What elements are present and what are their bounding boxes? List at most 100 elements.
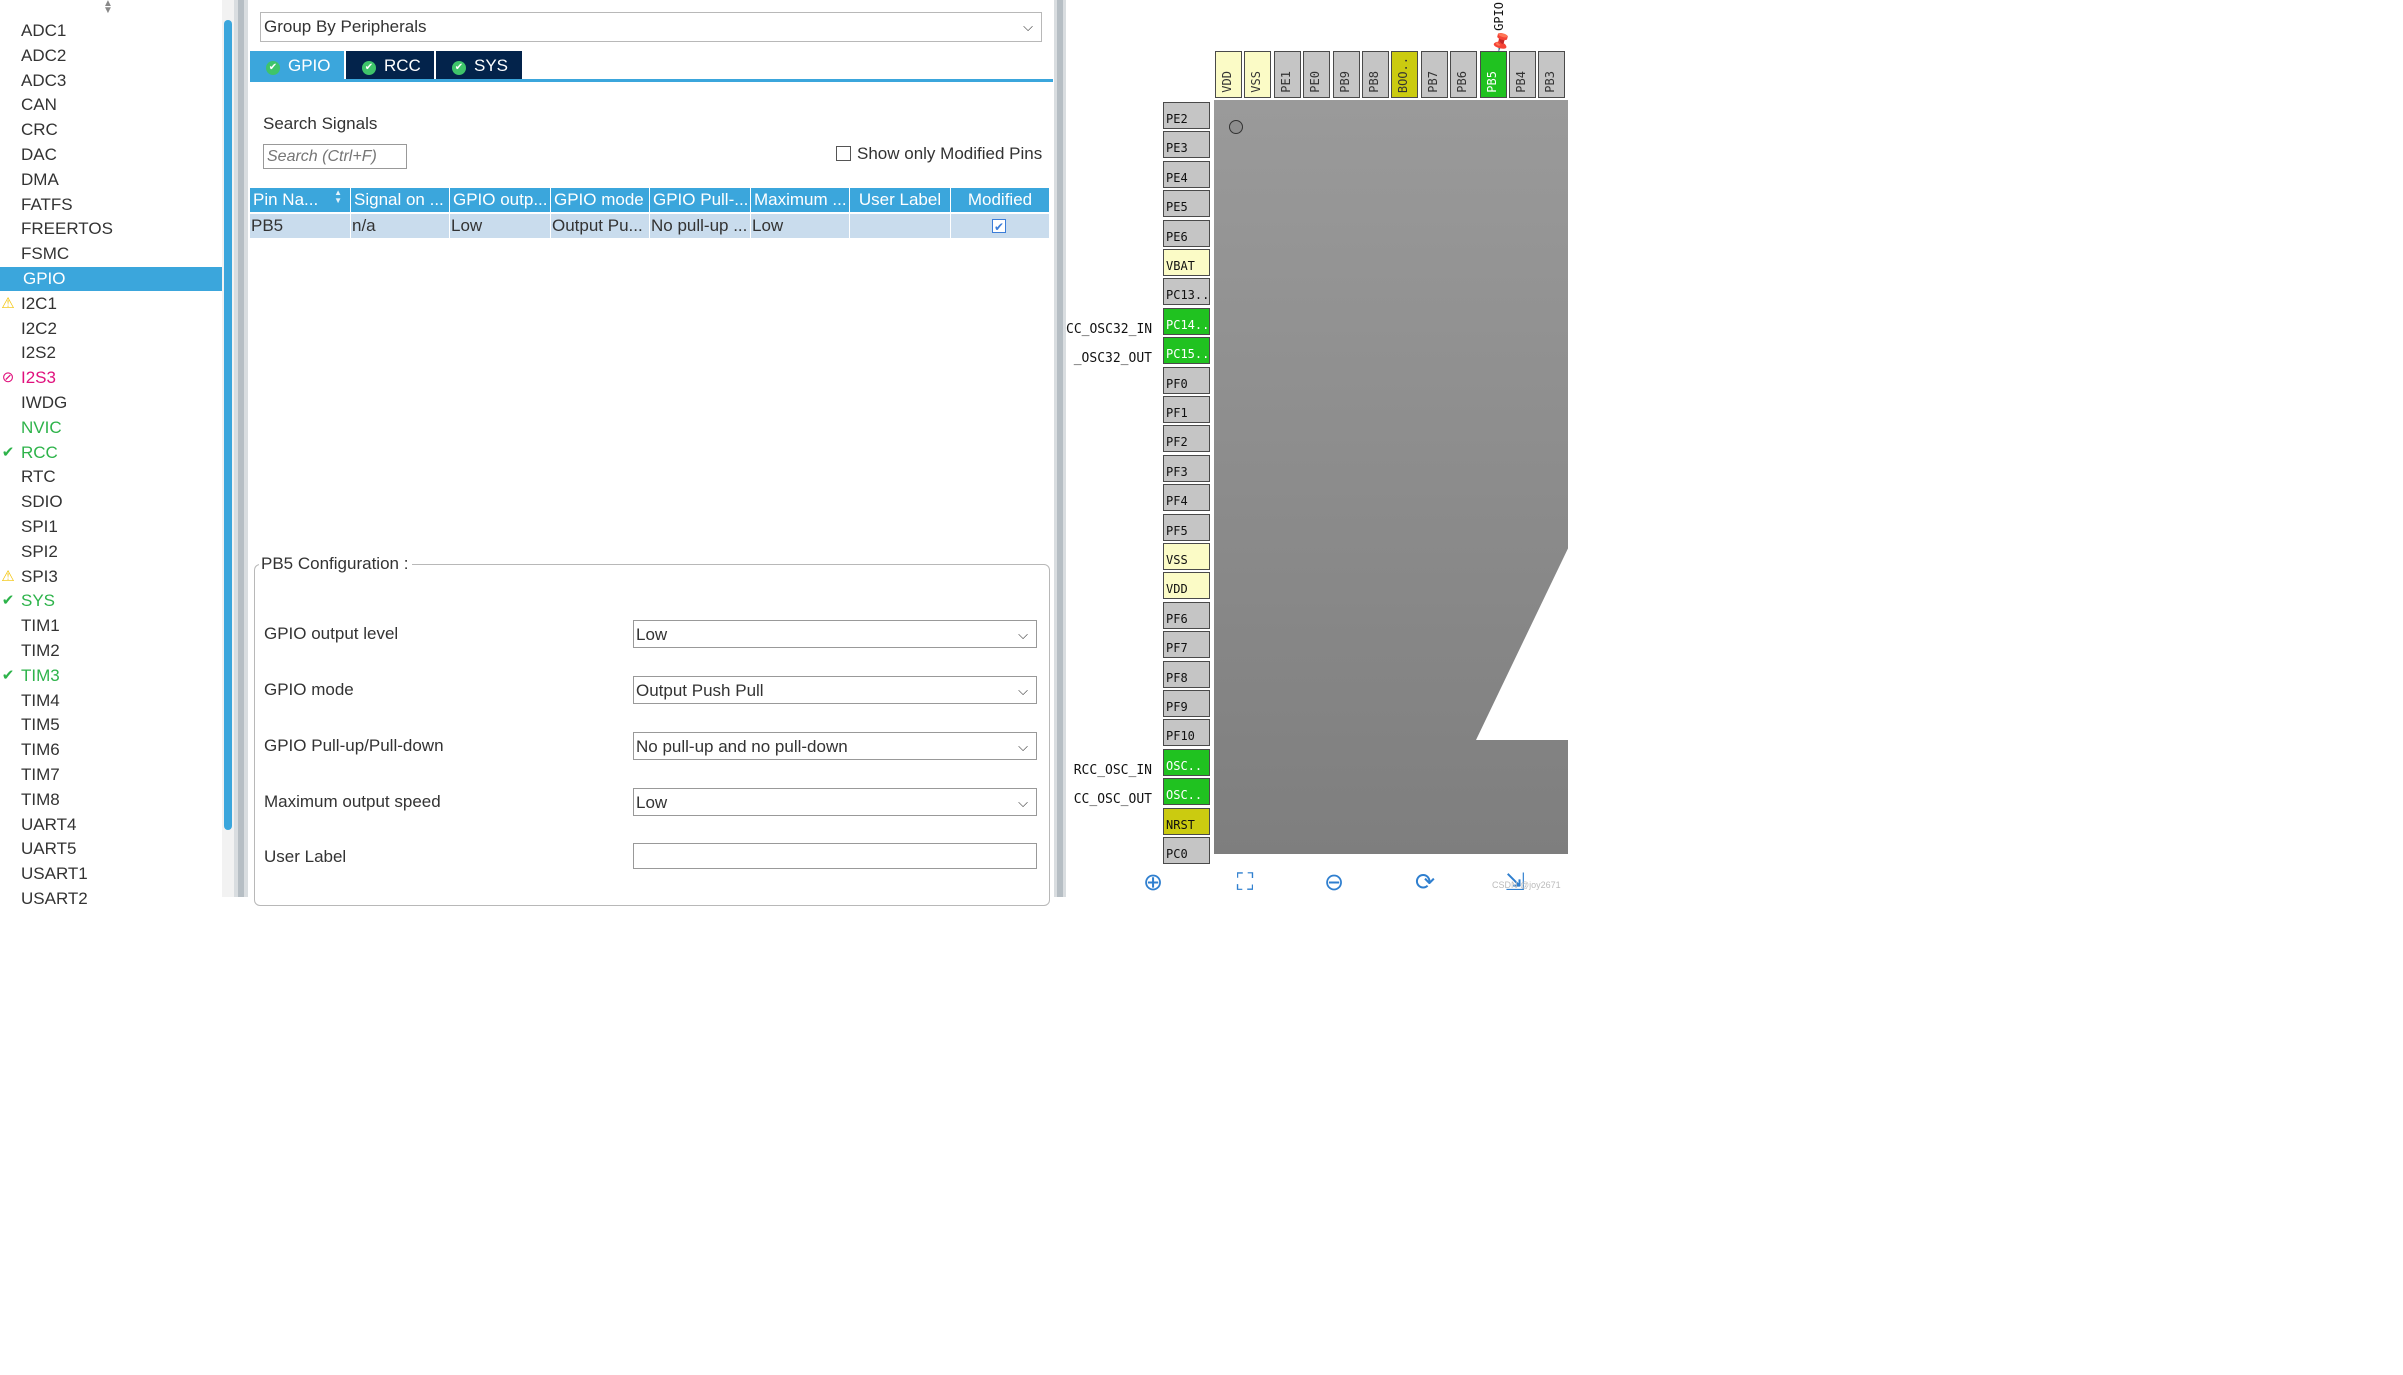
show-modified-checkbox[interactable]: Show only Modified Pins [836,144,1042,164]
pin-osc[interactable]: OSC.. [1163,748,1210,776]
peripheral-item-tim7[interactable]: TIM7 [0,763,222,787]
pin-pb5[interactable]: PB5 [1479,51,1507,98]
pin-osc[interactable]: OSC.. [1163,778,1210,806]
pin-pf2[interactable]: PF2 [1163,425,1210,453]
panel-divider[interactable] [234,0,248,897]
pin-pc0[interactable]: PC0 [1163,837,1210,864]
peripheral-item-crc[interactable]: CRC [0,118,222,142]
table-row[interactable]: PB5 n/a Low Output Pu... No pull-up ... … [250,214,1050,238]
peripheral-item-gpio[interactable]: GPIO [0,267,222,291]
pin-pb6[interactable]: PB6 [1450,51,1478,98]
pin-pe6[interactable]: PE6 [1163,219,1210,247]
zoom-in-icon[interactable]: ⊕ [1136,866,1170,897]
pinout-view[interactable]: GPIO 📌 ⊕ ⛶ ⊖ ⟳ ⇲ CSDN @joy2671 PE2 PE3 PE4… [1066,0,1568,897]
zoom-out-icon[interactable]: ⊖ [1317,866,1351,897]
peripheral-item-i2s3[interactable]: ⊘ I2S3 [0,366,222,390]
search-input[interactable] [263,144,407,169]
pin-pe3[interactable]: PE3 [1163,131,1210,159]
pin-pf10[interactable]: PF10 [1163,719,1210,747]
pin-pe5[interactable]: PE5 [1163,190,1210,218]
peripheral-item-sdio[interactable]: SDIO [0,490,222,514]
pin-pc15[interactable]: PC15.. [1163,337,1210,365]
peripheral-item-adc2[interactable]: ADC2 [0,44,222,68]
pin-pb7[interactable]: PB7 [1420,51,1448,98]
peripheral-item-adc3[interactable]: ADC3 [0,69,222,93]
peripheral-item-i2c2[interactable]: I2C2 [0,317,222,341]
pin-pf9[interactable]: PF9 [1163,690,1210,717]
pin-pc14[interactable]: PC14.. [1163,307,1210,335]
peripheral-item-tim5[interactable]: TIM5 [0,713,222,737]
pin-pb9[interactable]: PB9 [1332,51,1360,98]
header-signal[interactable]: Signal on ... [351,188,450,212]
checked-checkbox-icon[interactable]: ✔ [992,219,1006,234]
peripheral-item-sys[interactable]: ✔ SYS [0,589,222,613]
pin-pf3[interactable]: PF3 [1163,454,1210,482]
cell-modified[interactable]: ✔ [951,214,1050,238]
header-max-speed[interactable]: Maximum ... [751,188,850,212]
peripheral-item-rtc[interactable]: RTC [0,465,222,489]
peripheral-item-nvic[interactable]: NVIC [0,416,222,440]
pin-boo[interactable]: BOO.. [1391,51,1419,98]
peripheral-item-fsmc[interactable]: FSMC [0,242,222,266]
peripheral-item-uart5[interactable]: UART5 [0,837,222,861]
pin-pf1[interactable]: PF1 [1163,396,1210,423]
peripheral-item-iwdg[interactable]: IWDG [0,391,222,415]
peripheral-item-i2s2[interactable]: I2S2 [0,341,222,365]
peripheral-item-fatfs[interactable]: FATFS [0,193,222,217]
group-by-select[interactable]: Group By Peripherals ⌵ [260,12,1042,42]
pin-pf0[interactable]: PF0 [1163,366,1210,394]
pin-vdd[interactable]: VDD [1163,572,1210,600]
pin-vss[interactable]: VSS [1163,543,1210,570]
peripheral-item-adc1[interactable]: ADC1 [0,19,222,43]
mcu-chip[interactable] [1214,100,1568,860]
pin-pb4[interactable]: PB4 [1509,51,1536,98]
gpio-mode-select[interactable]: Output Push Pull ⌵ [633,676,1037,704]
pin-pf4[interactable]: PF4 [1163,484,1210,512]
peripheral-item-spi3[interactable]: ⚠ SPI3 [0,565,222,589]
pin-pb8[interactable]: PB8 [1362,51,1389,98]
header-modified[interactable]: Modified [951,188,1050,212]
max-output-speed-select[interactable]: Low ⌵ [633,788,1037,816]
pin-pe0[interactable]: PE0 [1303,51,1331,98]
peripheral-item-freertos[interactable]: FREERTOS [0,217,222,241]
peripheral-item-tim4[interactable]: TIM4 [0,689,222,713]
tab-gpio[interactable]: ✔ GPIO [250,51,344,81]
peripheral-item-dma[interactable]: DMA [0,168,222,192]
scrollbar-thumb[interactable] [224,20,232,830]
pin-vdd[interactable]: VDD [1215,51,1242,98]
pin-nrst[interactable]: NRST [1163,807,1210,835]
scroll-up-icon[interactable]: ▲ ▼ [100,0,116,16]
peripheral-item-tim8[interactable]: TIM8 [0,788,222,812]
rotate-icon[interactable]: ⟳ [1408,866,1442,897]
header-pin-name[interactable]: Pin Na... ▲ ▼ [250,188,351,212]
header-gpio-output[interactable]: GPIO outp... [450,188,551,212]
header-gpio-pull[interactable]: GPIO Pull-... [650,188,751,212]
pin-pb3[interactable]: PB3 [1538,51,1566,98]
pin-pf8[interactable]: PF8 [1163,660,1210,688]
pin-pc13[interactable]: PC13.. [1163,278,1210,306]
sort-icon[interactable]: ▲ ▼ [334,189,342,205]
panel-divider[interactable] [1054,0,1066,897]
peripheral-item-uart4[interactable]: UART4 [0,813,222,837]
peripheral-item-tim6[interactable]: TIM6 [0,738,222,762]
peripheral-item-tim3[interactable]: ✔ TIM3 [0,664,222,688]
peripheral-item-i2c1[interactable]: ⚠ I2C1 [0,292,222,316]
pin-pf6[interactable]: PF6 [1163,601,1210,629]
user-label-input[interactable] [633,843,1037,869]
pin-vbat[interactable]: VBAT [1163,249,1210,276]
header-user-label[interactable]: User Label [850,188,951,212]
peripheral-item-can[interactable]: CAN [0,93,222,117]
peripheral-scrollbar[interactable] [222,0,234,897]
peripheral-item-spi2[interactable]: SPI2 [0,540,222,564]
tab-sys[interactable]: ✔ SYS [436,51,522,81]
pin-pe1[interactable]: PE1 [1273,51,1301,98]
fit-to-window-icon[interactable]: ⛶ [1228,866,1262,897]
pin-pf7[interactable]: PF7 [1163,631,1210,659]
peripheral-item-usart2[interactable]: USART2 [0,887,222,911]
peripheral-item-tim2[interactable]: TIM2 [0,639,222,663]
peripheral-item-spi1[interactable]: SPI1 [0,515,222,539]
peripheral-item-dac[interactable]: DAC [0,143,222,167]
peripheral-item-tim1[interactable]: TIM1 [0,614,222,638]
pin-pe4[interactable]: PE4 [1163,160,1210,188]
tab-rcc[interactable]: ✔ RCC [346,51,434,81]
